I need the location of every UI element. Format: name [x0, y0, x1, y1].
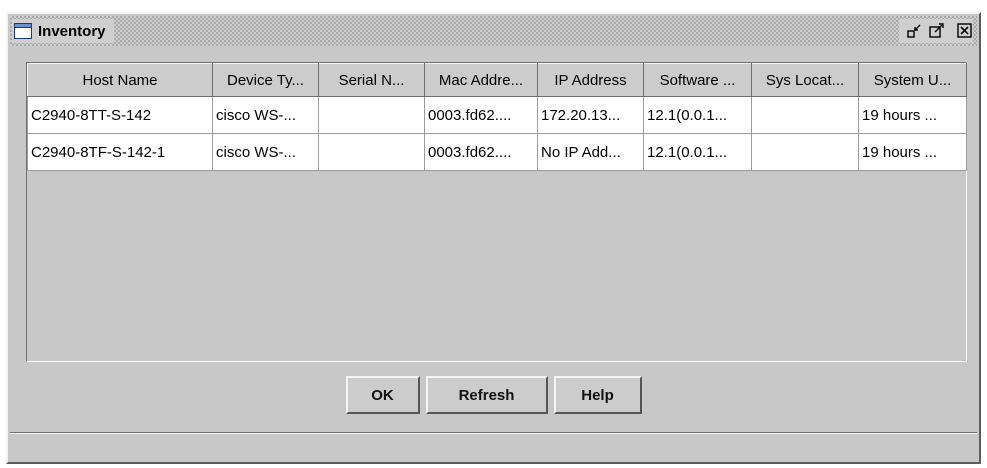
cell-serial-number[interactable] [318, 96, 425, 134]
title-group: Inventory [12, 19, 114, 43]
inventory-table-frame: Host Name Device Ty... Serial N... Mac A… [26, 62, 967, 362]
column-header-ip-address[interactable]: IP Address [537, 63, 644, 97]
cell-software[interactable]: 12.1(0.0.1... [643, 133, 752, 171]
refresh-button[interactable]: Refresh [425, 376, 548, 414]
cell-software[interactable]: 12.1(0.0.1... [643, 96, 752, 134]
inventory-table: Host Name Device Ty... Serial N... Mac A… [27, 63, 967, 171]
column-header-sys-location[interactable]: Sys Locat... [751, 63, 859, 97]
close-icon[interactable] [957, 23, 973, 39]
column-header-system-uptime[interactable]: System U... [858, 63, 967, 97]
cell-ip-address[interactable]: 172.20.13... [537, 96, 644, 134]
table-row[interactable]: C2940-8TF-S-142-1 cisco WS-... 0003.fd62… [27, 133, 967, 171]
cell-host-name[interactable]: C2940-8TT-S-142 [27, 96, 213, 134]
cell-sys-location[interactable] [751, 96, 859, 134]
table-header-row: Host Name Device Ty... Serial N... Mac A… [27, 63, 967, 97]
column-header-software[interactable]: Software ... [643, 63, 752, 97]
minimize-icon[interactable] [907, 23, 923, 39]
cell-serial-number[interactable] [318, 133, 425, 171]
column-header-host-name[interactable]: Host Name [27, 63, 213, 97]
column-header-device-type[interactable]: Device Ty... [212, 63, 319, 97]
title-bar[interactable]: Inventory [10, 16, 977, 46]
maximize-icon[interactable] [929, 23, 945, 39]
cell-system-uptime[interactable]: 19 hours ... [858, 96, 967, 134]
cell-device-type[interactable]: cisco WS-... [212, 133, 319, 171]
help-button[interactable]: Help [553, 376, 642, 414]
window-icon [14, 23, 32, 39]
cell-mac-address[interactable]: 0003.fd62.... [424, 133, 538, 171]
ok-button[interactable]: OK [345, 376, 420, 414]
cell-system-uptime[interactable]: 19 hours ... [858, 133, 967, 171]
inventory-window: Inventory Host Name Device Ty... Serial … [6, 12, 981, 464]
table-row[interactable]: C2940-8TT-S-142 cisco WS-... 0003.fd62..… [27, 96, 967, 134]
column-header-serial-number[interactable]: Serial N... [318, 63, 425, 97]
column-header-mac-address[interactable]: Mac Addre... [424, 63, 538, 97]
button-bar: OK Refresh Help [8, 376, 979, 416]
cell-device-type[interactable]: cisco WS-... [212, 96, 319, 134]
cell-host-name[interactable]: C2940-8TF-S-142-1 [27, 133, 213, 171]
status-bar [10, 432, 977, 458]
window-title: Inventory [38, 22, 106, 40]
cell-mac-address[interactable]: 0003.fd62.... [424, 96, 538, 134]
title-buttons [899, 19, 973, 43]
cell-ip-address[interactable]: No IP Add... [537, 133, 644, 171]
cell-sys-location[interactable] [751, 133, 859, 171]
